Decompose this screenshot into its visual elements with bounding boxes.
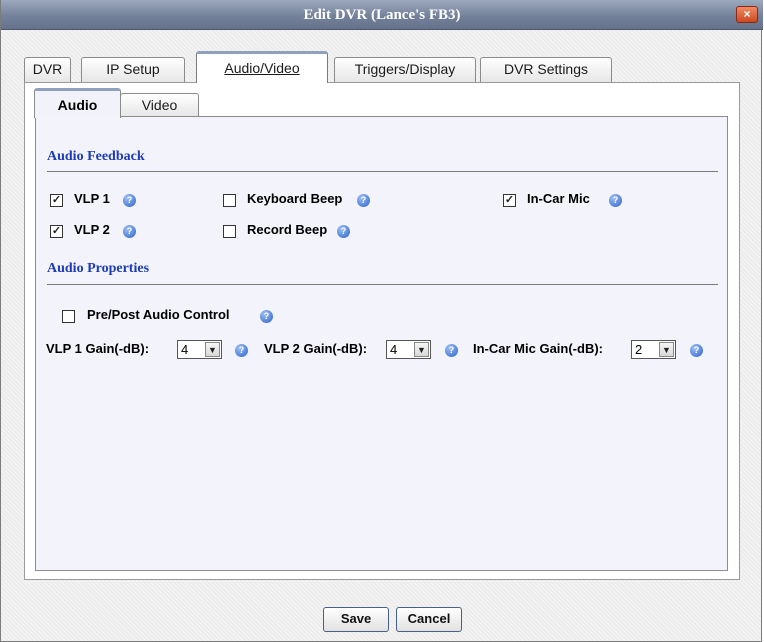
subtab-video[interactable]: Video [120,93,199,117]
pre-post-audio-help-icon[interactable]: ? [260,310,273,323]
audio-properties-divider [47,284,718,285]
cancel-button[interactable]: Cancel [396,607,462,632]
tab-triggers-display-label: Triggers/Display [354,61,456,77]
subtab-audio-label: Audio [57,97,98,113]
tab-ip-setup[interactable]: IP Setup [81,57,185,82]
tab-triggers-display[interactable]: Triggers/Display [334,57,476,82]
tab-ip-setup-label: IP Setup [106,61,160,77]
keyboard-beep-checkbox[interactable] [223,194,236,207]
vlp1-gain-select[interactable]: 4 ▼ [177,340,222,359]
audio-settings-panel: Audio Feedback ✓ VLP 1 ? ✓ VLP 2 ? Keybo… [35,116,728,571]
audio-feedback-heading: Audio Feedback [47,149,145,164]
subtab-video-label: Video [141,97,178,113]
tab-dvr-settings-label: DVR Settings [503,61,589,77]
tab-dvr[interactable]: DVR [24,57,71,82]
in-car-mic-gain-value: 2 [635,342,643,357]
close-button[interactable]: × [736,6,758,23]
vlp2-checkbox[interactable]: ✓ [50,225,63,238]
in-car-mic-help-icon[interactable]: ? [609,194,622,207]
in-car-mic-checkbox[interactable]: ✓ [503,194,516,207]
in-car-mic-gain-help-icon[interactable]: ? [690,344,703,357]
tab-audio-video-label: Audio/Video [224,60,300,76]
tab-dvr-label: DVR [32,61,63,77]
vlp1-help-icon[interactable]: ? [123,194,136,207]
vlp2-gain-select[interactable]: 4 ▼ [386,340,431,359]
audio-feedback-divider [47,171,718,172]
vlp2-label: VLP 2 [74,222,110,237]
vlp2-help-icon[interactable]: ? [123,225,136,238]
audio-video-panel: Audio Video Audio Feedback ✓ VLP 1 ? ✓ V… [24,82,740,580]
vlp2-gain-label: VLP 2 Gain(-dB): [264,341,368,356]
record-beep-checkbox[interactable] [223,225,236,238]
in-car-mic-gain-select[interactable]: 2 ▼ [631,340,676,359]
vlp1-checkbox[interactable]: ✓ [50,194,63,207]
pre-post-audio-checkbox[interactable] [62,310,75,323]
pre-post-audio-label: Pre/Post Audio Control [87,307,230,322]
tab-audio-video[interactable]: Audio/Video [196,51,328,83]
vlp2-gain-help-icon[interactable]: ? [445,344,458,357]
audio-properties-heading: Audio Properties [47,261,150,276]
vlp1-label: VLP 1 [74,191,110,206]
chevron-down-icon: ▼ [659,342,674,357]
vlp2-gain-value: 4 [390,342,398,357]
keyboard-beep-label: Keyboard Beep [247,191,343,206]
edit-dvr-dialog: Edit DVR (Lance's FB3) × DVR IP Setup Au… [0,0,763,642]
vlp1-gain-label: VLP 1 Gain(-dB): [46,341,150,356]
dialog-title: Edit DVR (Lance's FB3) [303,7,461,23]
in-car-mic-gain-label: In-Car Mic Gain(-dB): [473,341,603,356]
subtab-audio[interactable]: Audio [34,88,121,118]
title-bar[interactable]: Edit DVR (Lance's FB3) × [1,0,763,30]
checkmark-icon: ✓ [51,225,62,237]
vlp1-gain-help-icon[interactable]: ? [235,344,248,357]
in-car-mic-label: In-Car Mic [527,191,590,206]
chevron-down-icon: ▼ [205,342,220,357]
tab-dvr-settings[interactable]: DVR Settings [480,57,612,82]
chevron-down-icon: ▼ [414,342,429,357]
checkmark-icon: ✓ [51,194,62,206]
vlp1-gain-value: 4 [181,342,189,357]
record-beep-help-icon[interactable]: ? [337,225,350,238]
checkmark-icon: ✓ [504,194,515,206]
record-beep-label: Record Beep [247,222,328,237]
close-icon: × [743,7,751,21]
keyboard-beep-help-icon[interactable]: ? [357,194,370,207]
save-button[interactable]: Save [323,607,389,632]
